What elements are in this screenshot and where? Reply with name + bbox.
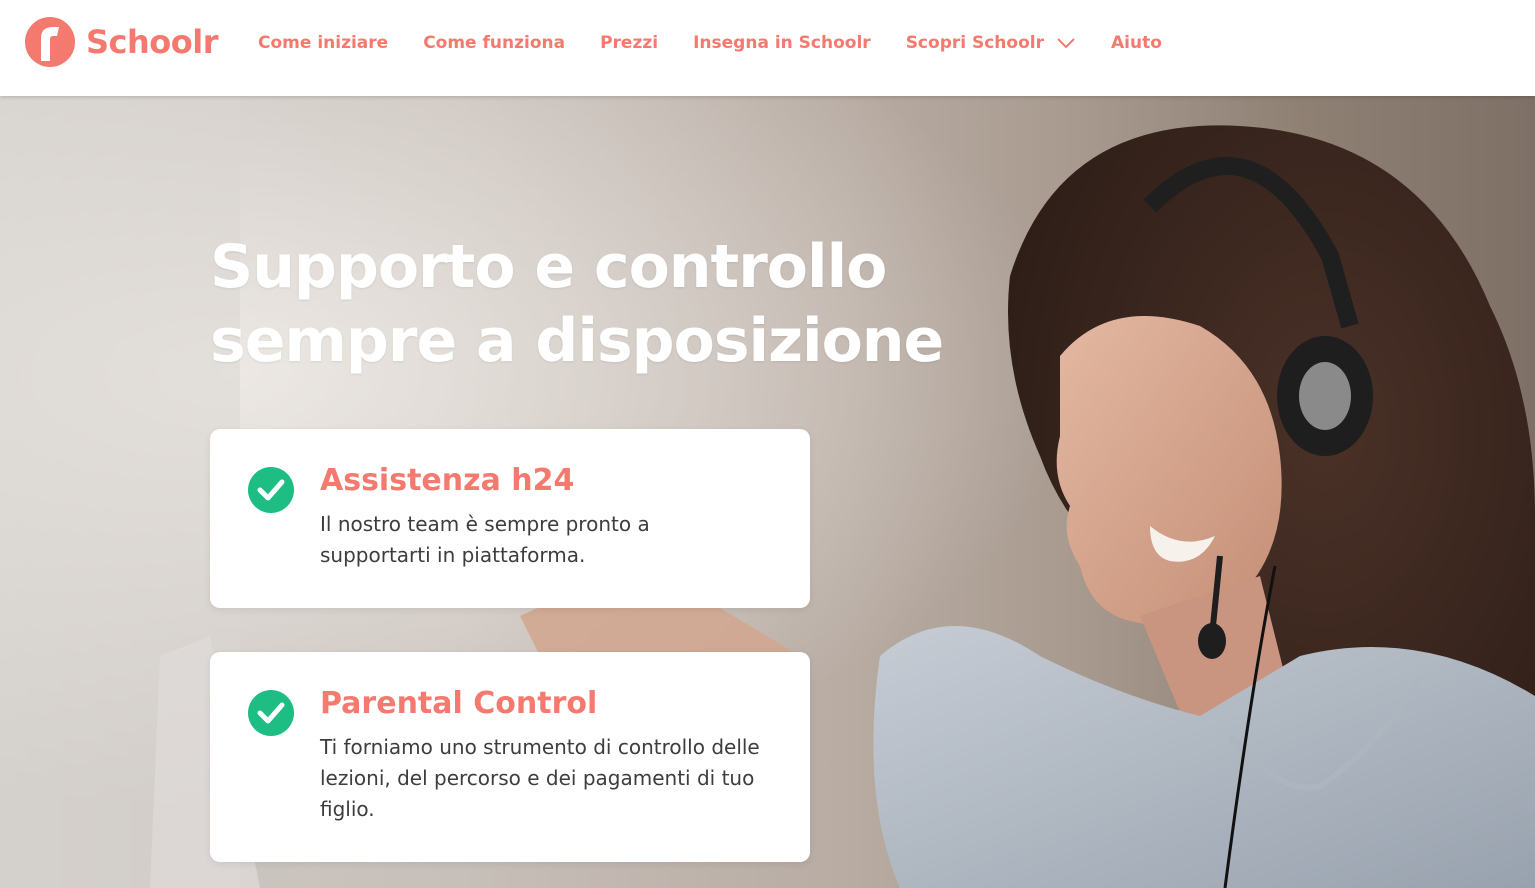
check-circle-icon (248, 467, 294, 513)
nav-link-come-funziona[interactable]: Come funziona (423, 33, 565, 53)
schoolr-logo[interactable]: Schoolr (24, 14, 219, 70)
schoolr-logo-icon (25, 17, 75, 67)
feature-card-parental-control: Parental Control Ti forniamo uno strumen… (210, 652, 810, 862)
nav-dropdown-scopri-schoolr[interactable]: Scopri Schoolr (906, 33, 1076, 53)
hero-headline-line-1: Supporto e controllo (210, 232, 887, 302)
brand-name: Schoolr (86, 23, 219, 61)
feature-title: Parental Control (320, 686, 598, 721)
feature-description: Ti forniamo uno strumento di controllo d… (320, 735, 760, 821)
nav-link-aiuto[interactable]: Aiuto (1111, 33, 1162, 53)
hero-headline-line-2: sempre a disposizione (210, 306, 944, 376)
chevron-down-icon (1057, 38, 1075, 49)
check-circle-icon (248, 690, 294, 736)
nav-dropdown-label: Scopri Schoolr (905, 33, 1044, 53)
feature-card-assistenza: Assistenza h24 Il nostro team è sempre p… (210, 429, 810, 608)
nav-link-come-iniziare[interactable]: Come iniziare (258, 33, 388, 53)
nav-link-insegna-in-schoolr[interactable]: Insegna in Schoolr (693, 33, 871, 53)
top-navigation-bar: Schoolr Come iniziare Come funziona Prez… (0, 0, 1535, 96)
nav-link-prezzi[interactable]: Prezzi (600, 33, 658, 53)
main-menu: Come iniziare Come funziona Prezzi Inseg… (258, 0, 1197, 86)
feature-description: Il nostro team è sempre pronto a support… (320, 512, 650, 567)
hero-headline: Supporto e controllo sempre a disposizio… (210, 230, 1030, 378)
feature-title: Assistenza h24 (320, 463, 575, 498)
hero-section: Supporto e controllo sempre a disposizio… (0, 96, 1535, 888)
